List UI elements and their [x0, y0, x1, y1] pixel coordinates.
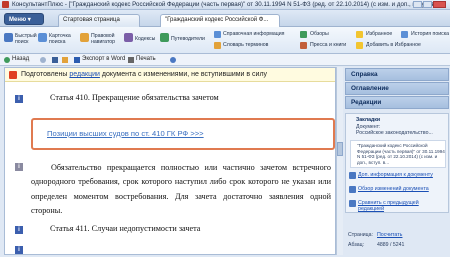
document-toolbar: Назад Экспорт в Word Печать [0, 54, 450, 66]
nav-reference[interactable]: Справка [345, 68, 449, 81]
document-card[interactable]: "Гражданский кодекс Российской Федерации… [350, 140, 446, 168]
window-title: КонсультантПлюс - ["Гражданский кодекс Р… [12, 1, 442, 8]
quick-search-button[interactable]: Быстрый поиск [15, 33, 37, 45]
search-card-icon [38, 33, 47, 42]
bookmark-icon[interactable] [62, 57, 68, 63]
tab-document[interactable]: "Гражданский кодекс Российской Ф... [160, 14, 280, 27]
bookmarks-title: Закладки [356, 117, 381, 123]
court-positions-box: Позиции высших судов по ст. 410 ГК РФ >>… [31, 118, 335, 150]
tab-bar: Меню ▾ Стартовая страница "Гражданский к… [0, 10, 450, 27]
press-button[interactable]: Пресса и книги [310, 42, 346, 48]
back-button[interactable]: Назад [12, 56, 29, 62]
info-icon[interactable]: i [15, 226, 23, 234]
find-icon[interactable] [170, 57, 176, 63]
maximize-button[interactable] [423, 1, 432, 8]
history-button[interactable]: История поиска [411, 31, 449, 37]
help-info-icon [214, 31, 221, 38]
save-icon[interactable] [52, 57, 58, 63]
dictionary-icon [214, 42, 221, 49]
snippet-line2: Российское законодательство... [356, 130, 433, 136]
bookmarks-section: Закладки Документ: Российское законодате… [345, 113, 449, 213]
right-panel: Справка Оглавление Редакции Закладки Док… [345, 67, 450, 257]
minimize-button[interactable] [413, 1, 422, 8]
article-411-heading: Статья 411. Случаи недопустимости зачета [50, 224, 201, 233]
changes-review-icon [349, 186, 356, 193]
notice-prefix: Подготовлены [21, 71, 70, 78]
guides-icon [160, 33, 169, 42]
forward-arrow-icon[interactable] [40, 57, 46, 63]
scroll-thumb[interactable] [337, 142, 343, 156]
page-count-link[interactable]: Посчитать [377, 232, 402, 238]
export-word-button[interactable]: Экспорт в Word [82, 56, 125, 62]
article-410-heading: Статья 410. Прекращение обязательства за… [50, 93, 219, 102]
tab-start[interactable]: Стартовая страница [58, 14, 140, 27]
article-410-paragraph: Обязательство прекращается полностью или… [31, 163, 331, 215]
warning-icon [9, 71, 17, 79]
info-icon[interactable]: i [15, 95, 23, 103]
press-icon [300, 42, 307, 49]
history-icon [401, 31, 408, 38]
notice-suffix: документа с изменениями, не вступившими … [99, 71, 268, 78]
word-icon [74, 57, 80, 63]
navigator-icon [80, 33, 89, 42]
paragraph-value: 4889 / 5241 [377, 242, 405, 248]
notice-text: Подготовлены редакции документа с измене… [21, 71, 267, 78]
add-favorite-icon [356, 42, 363, 49]
reviews-icon [300, 31, 307, 38]
codes-icon [124, 33, 133, 42]
doc-info-link[interactable]: Доп. информация к документу [358, 172, 444, 178]
back-arrow-icon [4, 57, 10, 63]
add-favorite-button[interactable]: Добавить в Избранное [366, 42, 421, 48]
navigator-button[interactable]: Правовой навигатор [91, 33, 121, 45]
compare-icon [349, 200, 356, 207]
court-positions-link[interactable]: Позиции высших судов по ст. 410 ГК РФ >>… [47, 129, 204, 138]
title-bar: КонсультантПлюс - ["Гражданский кодекс Р… [0, 0, 450, 10]
help-info-button[interactable]: Справочная информация [223, 31, 284, 37]
codes-button[interactable]: Кодексы [135, 36, 160, 42]
paragraph-label: Абзац: [348, 242, 364, 248]
unenforced-changes-notice: Подготовлены редакции документа с измене… [5, 68, 335, 82]
print-button[interactable]: Печать [136, 56, 156, 62]
document-name: "Гражданский кодекс Российской Федерации… [357, 143, 445, 165]
vertical-scrollbar[interactable] [336, 67, 343, 255]
quick-search-icon [4, 33, 13, 42]
app-icon [2, 1, 9, 8]
favorites-button[interactable]: Избранное [366, 31, 392, 37]
print-icon [128, 57, 134, 63]
nav-editions[interactable]: Редакции [345, 96, 449, 109]
menu-button[interactable]: Меню ▾ [4, 13, 44, 25]
editions-link[interactable]: редакции [69, 71, 100, 78]
guides-button[interactable]: Путеводители [171, 36, 205, 42]
info-icon[interactable]: i [15, 163, 23, 171]
doc-info-icon [349, 172, 356, 179]
document-view[interactable]: Подготовлены редакции документа с измене… [4, 67, 336, 255]
changes-review-link[interactable]: Обзор изменений документа [358, 186, 444, 192]
info-icon[interactable]: i [15, 246, 23, 254]
search-card-button[interactable]: Карточка поиска [49, 33, 77, 45]
favorites-star-icon [356, 31, 363, 38]
nav-contents[interactable]: Оглавление [345, 82, 449, 95]
close-button[interactable] [433, 1, 446, 8]
compare-link[interactable]: Сравнить с предыдущей редакцией [358, 200, 444, 212]
reviews-button[interactable]: Обзоры [310, 31, 329, 37]
page-label: Страница: [348, 232, 373, 238]
ribbon: Быстрый поиск Карточка поиска Правовой н… [0, 27, 450, 54]
dictionary-button[interactable]: Словарь терминов [223, 42, 268, 48]
